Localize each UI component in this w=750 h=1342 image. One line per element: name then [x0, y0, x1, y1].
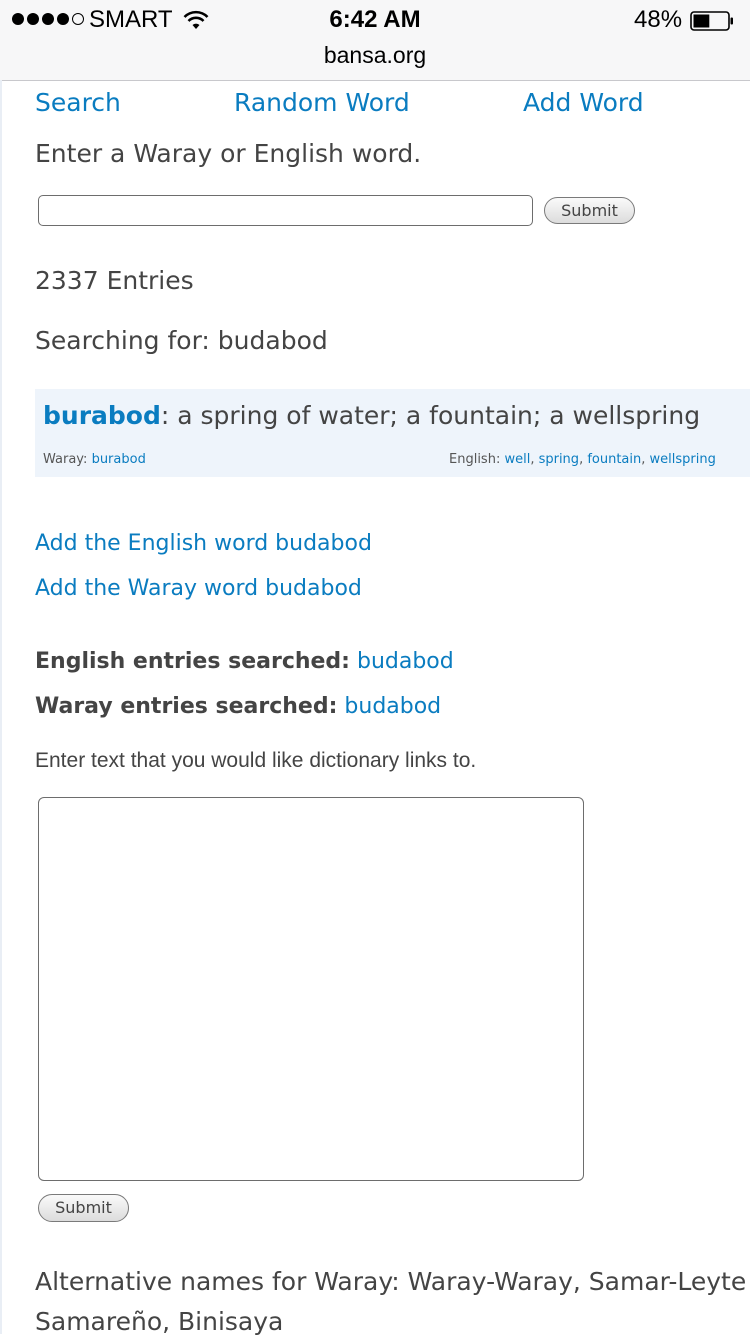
search-submit-button[interactable]: Submit: [544, 197, 635, 224]
result-headline: burabod: a spring of water; a fountain; …: [43, 401, 700, 430]
english-link-wellspring[interactable]: wellspring: [650, 452, 716, 467]
result-waray-line: Waray: burabod: [43, 452, 146, 467]
alternative-names-line-2: Samareño, Binisaya: [35, 1307, 284, 1336]
search-result: burabod: a spring of water; a fountain; …: [35, 389, 750, 477]
english-entries-searched: English entries searched: budabod: [35, 649, 454, 674]
english-link-spring[interactable]: spring: [539, 452, 579, 467]
text-links-prompt: Enter text that you would like dictionar…: [35, 749, 477, 772]
searching-for-text: Searching for: budabod: [35, 326, 328, 355]
english-searched-label: English entries searched:: [35, 649, 350, 674]
search-prompt: Enter a Waray or English word.: [35, 139, 422, 168]
waray-label: Waray:: [43, 452, 92, 467]
nav-search-link[interactable]: Search: [35, 88, 121, 117]
english-searched-link[interactable]: budabod: [357, 649, 454, 674]
waray-searched-label: Waray entries searched:: [35, 694, 338, 719]
text-links-textarea[interactable]: [38, 797, 584, 1181]
add-waray-word-link[interactable]: Add the Waray word budabod: [35, 576, 362, 601]
nav-random-word-link[interactable]: Random Word: [234, 88, 410, 117]
entries-count: 2337 Entries: [35, 266, 194, 295]
result-word-link[interactable]: burabod: [43, 401, 161, 430]
english-label: English:: [449, 452, 505, 467]
status-bar: SMART 6:42 AM 48% bansa.org: [0, 0, 750, 81]
english-link-fountain[interactable]: fountain: [587, 452, 641, 467]
battery-percentage: 48%: [634, 6, 683, 33]
alternative-names-line-1: Alternative names for Waray: Waray-Waray…: [35, 1267, 747, 1296]
page-edge-divider: [0, 80, 2, 1334]
result-english-line: English: well, spring, fountain, wellspr…: [449, 452, 716, 467]
battery-icon: [690, 11, 733, 31]
text-links-submit-button[interactable]: Submit: [38, 1194, 129, 1222]
waray-word-link[interactable]: burabod: [92, 452, 146, 467]
add-english-word-link[interactable]: Add the English word budabod: [35, 531, 372, 556]
nav-add-word-link[interactable]: Add Word: [523, 88, 644, 117]
search-input[interactable]: [38, 195, 533, 226]
english-link-well[interactable]: well: [504, 452, 530, 467]
waray-searched-link[interactable]: budabod: [344, 694, 441, 719]
waray-entries-searched: Waray entries searched: budabod: [35, 694, 441, 719]
address-bar-url[interactable]: bansa.org: [0, 42, 750, 69]
result-definition: : a spring of water; a fountain; a wells…: [160, 401, 701, 430]
alternative-names: Alternative names for Waray: Waray-Waray…: [35, 1262, 750, 1342]
